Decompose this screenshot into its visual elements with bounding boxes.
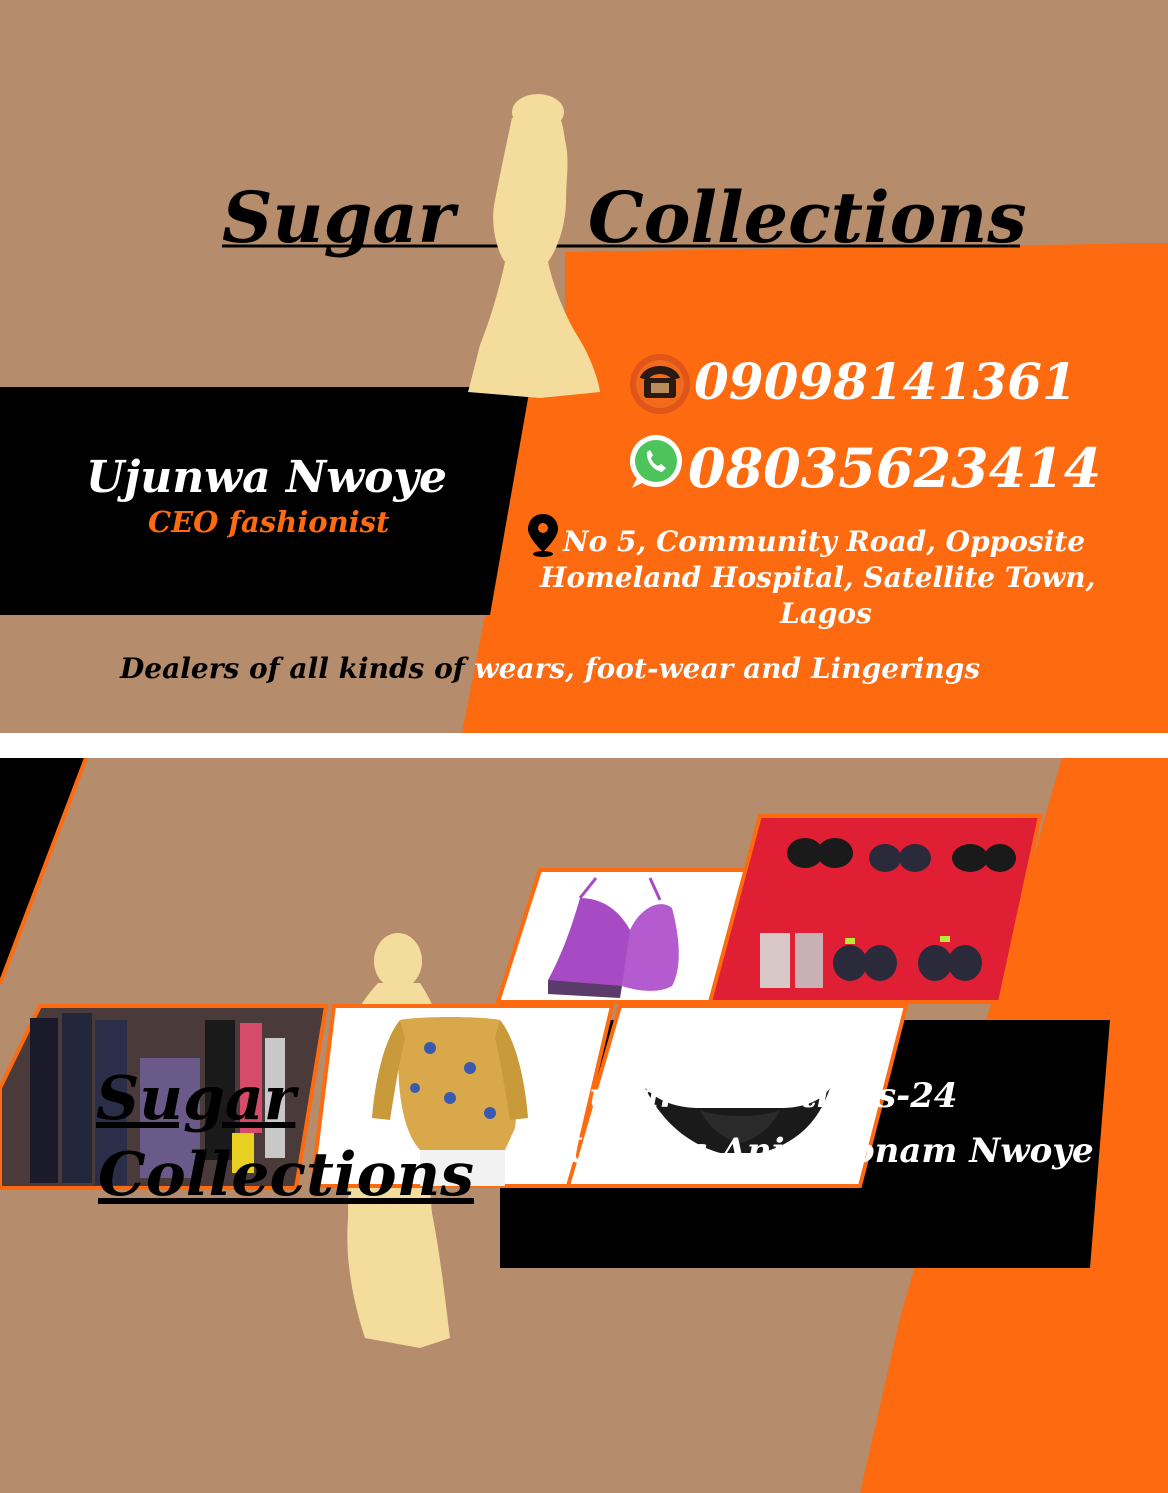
brand-word-sugar: Sugar: [222, 176, 455, 259]
address-line-2: Homeland Hospital, Satellite Town,: [540, 561, 1096, 594]
brand-line-collections: Collections: [98, 1140, 474, 1210]
bra-photo: [495, 868, 751, 1004]
whatsapp-number[interactable]: 08035623414: [688, 436, 1101, 500]
lingerie-rack-photo: [707, 814, 1043, 1004]
instagram-handle[interactable]: sugar collections-24: [570, 1076, 958, 1116]
owner-name: Ujunwa Nwoye: [86, 452, 447, 503]
tagline-overlay-text: Dealers of all kinds of wears, foot-wear…: [474, 652, 981, 685]
address-line-3: Lagos: [780, 597, 872, 630]
address-line-1: No 5, Community Road, Opposite: [563, 525, 1086, 558]
front-card: Sugar Collections Ujunwa Nwoye CEO fashi…: [0, 0, 1168, 733]
facebook-name[interactable]: Ujunwa Aniachonam Nwoye: [566, 1131, 1094, 1171]
brand-word-collections: Collections: [588, 176, 1027, 259]
brand-line-sugar: Sugar: [96, 1064, 296, 1134]
telephone-icon: [630, 354, 690, 414]
tagline-overlay: Dealers of all kinds of wears, foot-wear…: [474, 640, 1168, 700]
back-card: f: [0, 758, 1168, 1493]
phone-number[interactable]: 09098141361: [694, 352, 1077, 411]
owner-title: CEO fashionist: [148, 505, 390, 539]
